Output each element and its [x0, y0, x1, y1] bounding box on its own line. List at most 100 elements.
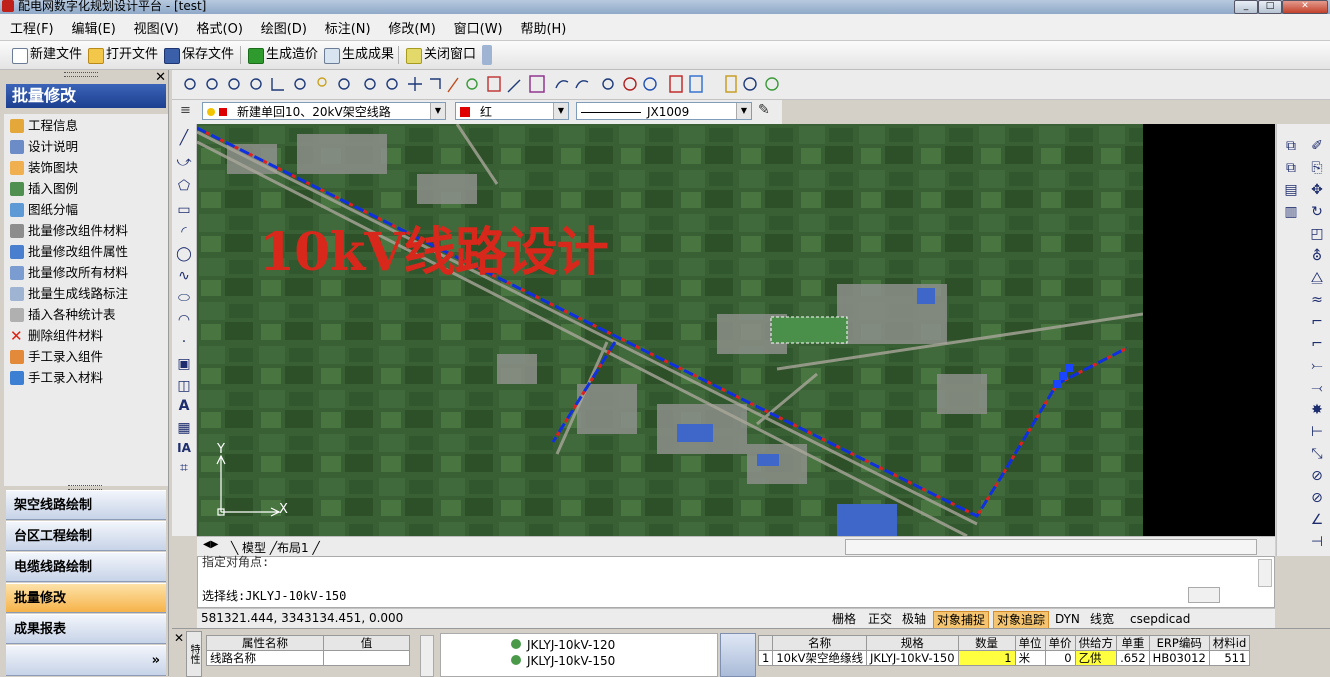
- circle-tool-icon[interactable]: ◯: [176, 246, 192, 262]
- menu-format[interactable]: 格式(O): [193, 14, 247, 41]
- minimize-button[interactable]: _: [1234, 0, 1258, 14]
- nav-batch-modify[interactable]: 批量修改: [6, 583, 166, 613]
- properties-scrollbar[interactable]: [420, 635, 434, 677]
- fillet-tool-icon[interactable]: ⌐: [1309, 314, 1325, 330]
- nav-expand[interactable]: »: [6, 645, 166, 676]
- tab-prev-icon[interactable]: ◀▶: [203, 539, 218, 550]
- brush-icon[interactable]: ✎: [758, 102, 770, 118]
- chamfer-tool-icon[interactable]: ⌐: [1309, 336, 1325, 352]
- toggle-dyn[interactable]: DYN: [1052, 611, 1083, 627]
- toggle-polar[interactable]: 极轴: [899, 611, 929, 627]
- dim-radius-icon[interactable]: ⊘: [1309, 468, 1325, 484]
- nav-report[interactable]: 成果报表: [6, 614, 166, 644]
- command-hscroll[interactable]: [1188, 587, 1220, 603]
- move-tool-icon[interactable]: ✥: [1309, 182, 1325, 198]
- stretch-tool-icon[interactable]: ⛢: [1309, 248, 1325, 264]
- toggle-ortho[interactable]: 正交: [865, 611, 895, 627]
- open-file-button[interactable]: 打开文件: [86, 45, 158, 65]
- cmd-manual-material[interactable]: 手工录入材料: [8, 368, 103, 388]
- erase-tool-icon[interactable]: ✐: [1309, 138, 1325, 154]
- cmd-batch-component-material[interactable]: 批量修改组件材料: [8, 221, 128, 241]
- region-tool-icon[interactable]: ⌗: [176, 460, 192, 476]
- generate-cost-button[interactable]: 生成造价: [246, 45, 318, 65]
- mirror-tool-icon[interactable]: ⧋: [1309, 270, 1325, 286]
- nav-cable-line[interactable]: 电缆线路绘制: [6, 552, 166, 582]
- scale-tool-icon[interactable]: ◰: [1309, 226, 1325, 242]
- linetype-select[interactable]: JX1009 ▼: [576, 102, 752, 120]
- bottom-close-icon[interactable]: ✕: [174, 631, 184, 645]
- material-cell[interactable]: 0: [1044, 650, 1076, 666]
- toggle-osnap[interactable]: 对象捕捉: [933, 611, 990, 629]
- menu-edit[interactable]: 编辑(E): [67, 14, 119, 41]
- panel-toggle-button[interactable]: [720, 633, 756, 677]
- menu-modify[interactable]: 修改(M): [384, 14, 439, 41]
- copy-tool-icon[interactable]: ⧉: [1283, 138, 1299, 154]
- dim-continue-icon[interactable]: ⊣: [1309, 534, 1325, 550]
- make-block-icon[interactable]: ◫: [176, 378, 192, 394]
- paste-tool-icon[interactable]: ⧉: [1283, 160, 1299, 176]
- dim-diameter-icon[interactable]: ⊘: [1309, 490, 1325, 506]
- arc-tool-icon[interactable]: ◜: [176, 224, 192, 240]
- layer-select[interactable]: 新建单回10、20kV架空线路 ▼: [202, 102, 446, 120]
- rectangle-tool-icon[interactable]: ▭: [176, 202, 192, 218]
- dim-linear-icon[interactable]: ⊢: [1309, 424, 1325, 440]
- text-tool-icon[interactable]: A: [176, 398, 192, 414]
- toolbar-overflow[interactable]: [482, 45, 492, 65]
- explode-tool-icon[interactable]: ✸: [1309, 402, 1325, 418]
- cmd-insert-legend[interactable]: 插入图例: [8, 179, 78, 199]
- dim-aligned-icon[interactable]: ⤡: [1309, 446, 1325, 462]
- material-cell[interactable]: 511: [1208, 650, 1251, 666]
- horizontal-scrollbar[interactable]: [845, 539, 1257, 555]
- cmd-project-info[interactable]: 工程信息: [8, 116, 78, 136]
- toggle-lineweight[interactable]: 线宽: [1087, 611, 1117, 627]
- material-cell[interactable]: 10kV架空绝缘线: [772, 650, 867, 666]
- color-select[interactable]: 红 ▼: [455, 102, 569, 120]
- close-button[interactable]: ✕: [1282, 0, 1328, 14]
- layer-front-icon[interactable]: ▤: [1283, 182, 1299, 198]
- panel-grip[interactable]: [64, 72, 98, 77]
- menu-draw[interactable]: 绘图(D): [257, 14, 311, 41]
- draw-toolbar-icons[interactable]: [172, 70, 1330, 99]
- menu-project[interactable]: 工程(F): [6, 14, 58, 41]
- ellipse-tool-icon[interactable]: ⬭: [176, 290, 192, 306]
- material-cell[interactable]: JKLYJ-10kV-150: [866, 650, 959, 666]
- menu-view[interactable]: 视图(V): [130, 14, 183, 41]
- nav-overhead-line[interactable]: 架空线路绘制: [6, 490, 166, 520]
- material-cell[interactable]: HB03012: [1148, 650, 1210, 666]
- table-row[interactable]: 1 10kV架空绝缘线 JKLYJ-10kV-150 1 米 0 乙供 .652…: [757, 650, 1251, 666]
- cmd-decor-block[interactable]: 装饰图块: [8, 158, 78, 178]
- ellipse-arc-tool-icon[interactable]: ◠: [176, 312, 192, 328]
- spline-tool-icon[interactable]: ∿: [176, 268, 192, 284]
- material-cell[interactable]: 米: [1014, 650, 1046, 666]
- trim-tool-icon[interactable]: ⤚: [1309, 358, 1325, 374]
- menu-dimension[interactable]: 标注(N): [321, 14, 375, 41]
- material-cell[interactable]: 乙供: [1074, 650, 1118, 666]
- menu-help[interactable]: 帮助(H): [516, 14, 570, 41]
- command-window[interactable]: 指定对角点: 选择线:JKLYJ-10kV-150: [197, 555, 1275, 608]
- polygon-tool-icon[interactable]: ⬠: [176, 178, 192, 194]
- maximize-button[interactable]: □: [1258, 0, 1282, 14]
- close-window-button[interactable]: 关闭窗口: [404, 45, 476, 65]
- mtext-tool-icon[interactable]: IA: [176, 440, 192, 456]
- polyline-tool-icon[interactable]: ⤻: [176, 154, 192, 170]
- tree-item[interactable]: JKLYJ-10kV-150: [511, 654, 615, 668]
- cmd-insert-stat-table[interactable]: 插入各种统计表: [8, 305, 116, 325]
- cmd-batch-all-material[interactable]: 批量修改所有材料: [8, 263, 128, 283]
- layer-manager-icon[interactable]: ≡: [180, 103, 191, 118]
- cmd-sheet-split[interactable]: 图纸分幅: [8, 200, 78, 220]
- copy-object-icon[interactable]: ⎘: [1309, 160, 1325, 176]
- offset-tool-icon[interactable]: ≈: [1309, 292, 1325, 308]
- toggle-grid[interactable]: 栅格: [829, 611, 859, 627]
- menu-window[interactable]: 窗口(W): [450, 14, 507, 41]
- line-tool-icon[interactable]: ╱: [176, 130, 192, 146]
- cmd-batch-component-attr[interactable]: 批量修改组件属性: [8, 242, 128, 262]
- cmd-delete-material[interactable]: ✕ 删除组件材料: [8, 326, 103, 346]
- extend-tool-icon[interactable]: ⤙: [1309, 380, 1325, 396]
- material-cell[interactable]: .652: [1116, 650, 1150, 666]
- cmd-design-notes[interactable]: 设计说明: [8, 137, 78, 157]
- toggle-otrack[interactable]: 对象追踪: [993, 611, 1050, 629]
- new-file-button[interactable]: 新建文件: [10, 45, 82, 65]
- dim-angle-icon[interactable]: ∠: [1309, 512, 1325, 528]
- material-cell[interactable]: 1: [957, 650, 1016, 666]
- panel-close-icon[interactable]: ✕: [155, 70, 166, 85]
